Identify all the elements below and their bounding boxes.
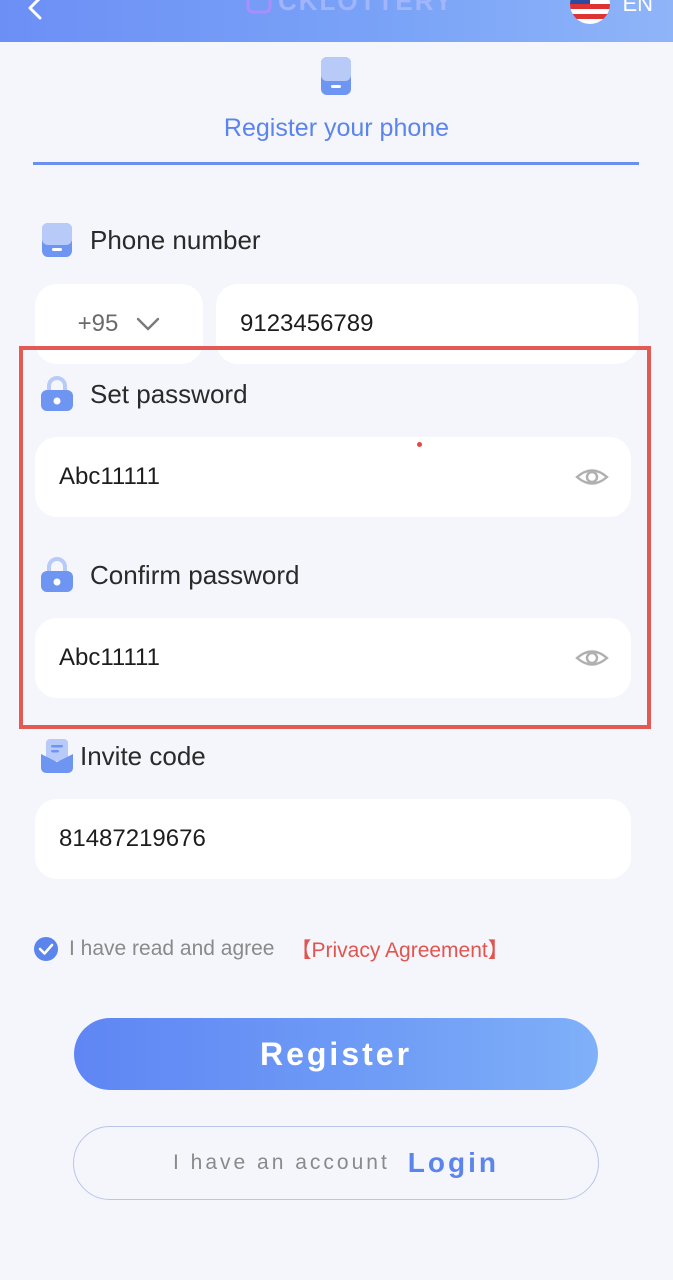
phone-number-value: 9123456789	[240, 310, 374, 337]
brand-logo-icon	[246, 0, 272, 14]
us-flag-icon	[570, 0, 611, 24]
have-account-text: I have an account	[173, 1151, 390, 1174]
phone-icon	[321, 57, 351, 95]
agreement-text: I have read and agree	[69, 937, 275, 960]
login-button[interactable]: I have an account Login	[73, 1126, 599, 1200]
set-password-label: Set password	[40, 376, 248, 412]
eye-icon[interactable]	[575, 460, 609, 494]
language-selector[interactable]: EN	[570, 0, 653, 24]
login-label: Login	[407, 1147, 499, 1178]
country-code-value: +95	[77, 310, 119, 337]
annotation-dot	[417, 442, 422, 447]
confirm-password-input[interactable]: Abc11111	[35, 618, 631, 698]
checkbox-checked-icon[interactable]	[33, 936, 59, 962]
invite-code-label: Invite code	[40, 738, 206, 774]
country-code-select[interactable]: +95	[35, 284, 203, 364]
phone-number-label: Phone number	[40, 222, 261, 258]
phone-number-input[interactable]: 9123456789	[216, 284, 638, 364]
set-password-value: Abc11111	[59, 463, 160, 490]
chevron-down-icon	[137, 317, 160, 331]
set-password-input[interactable]: Abc11111	[35, 437, 631, 517]
eye-icon[interactable]	[575, 641, 609, 675]
tab-underline	[33, 162, 639, 165]
phone-icon	[42, 223, 72, 257]
register-button[interactable]: Register	[74, 1018, 598, 1090]
tab-register-phone[interactable]: Register your phone	[0, 114, 673, 143]
phone-number-label-text: Phone number	[90, 224, 261, 255]
brand-name: CKLOTTERY	[278, 0, 454, 16]
confirm-password-label-text: Confirm password	[90, 559, 300, 590]
lock-icon	[41, 557, 73, 592]
invite-icon	[41, 739, 73, 773]
privacy-agreement-link[interactable]: 【Privacy Agreement】	[291, 934, 509, 964]
brand-logo: CKLOTTERY	[246, 0, 454, 16]
confirm-password-value: Abc11111	[59, 644, 160, 671]
language-label: EN	[622, 0, 653, 16]
top-bar: CKLOTTERY EN	[0, 0, 673, 42]
lock-icon	[41, 376, 73, 411]
invite-code-value: 81487219676	[59, 825, 206, 852]
set-password-label-text: Set password	[90, 378, 248, 409]
invite-code-input[interactable]: 81487219676	[35, 799, 631, 879]
invite-code-label-text: Invite code	[80, 740, 206, 771]
agreement-row: I have read and agree 【Privacy Agreement…	[33, 934, 509, 964]
back-arrow-icon[interactable]	[22, 0, 50, 20]
confirm-password-label: Confirm password	[40, 557, 300, 593]
